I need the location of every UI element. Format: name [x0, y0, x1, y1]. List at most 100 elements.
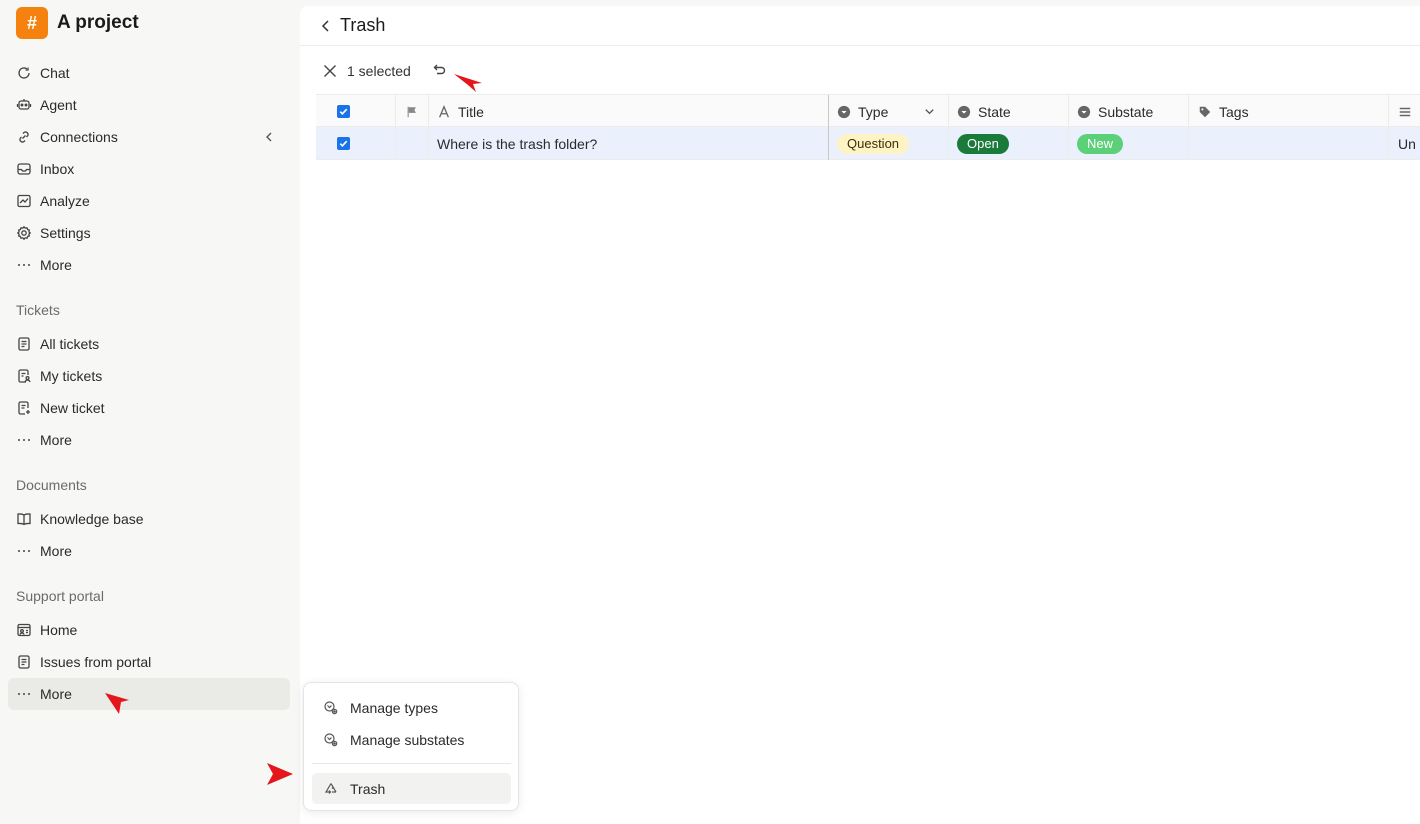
row-select-cell — [316, 127, 396, 160]
manage-substates-icon — [324, 732, 338, 746]
nav-item-portal-more[interactable]: More — [8, 678, 290, 710]
chat-icon — [16, 65, 32, 81]
nav-item-documents-more[interactable]: More — [8, 535, 290, 567]
connections-icon — [16, 129, 32, 145]
column-label: Type — [858, 103, 889, 120]
nav-label: Home — [40, 622, 78, 638]
close-icon[interactable] — [322, 63, 338, 79]
column-label: State — [978, 103, 1011, 120]
nav-item-inbox[interactable]: Inbox — [8, 153, 290, 185]
chevron-down-icon[interactable] — [923, 105, 936, 118]
annotation-arrow-icon — [105, 693, 129, 714]
selection-count: 1 selected — [347, 63, 411, 79]
substate-badge: New — [1077, 133, 1124, 154]
page-title: Trash — [340, 15, 386, 35]
nav-label: Agent — [40, 97, 77, 113]
nav-label: New ticket — [40, 400, 105, 416]
menu-item-trash[interactable]: Trash — [312, 773, 511, 804]
column-header-type[interactable]: Type — [829, 95, 949, 128]
list-icon — [1399, 107, 1411, 116]
column-header-state[interactable]: State — [949, 95, 1069, 128]
project-name: A project — [57, 12, 139, 33]
annotation-arrow-icon — [267, 763, 293, 785]
chevron-left-icon[interactable] — [262, 130, 276, 144]
project-switcher[interactable]: # A project — [16, 7, 139, 39]
row-state-cell[interactable]: Open — [949, 127, 1069, 160]
nav-item-agent[interactable]: Agent — [8, 89, 290, 121]
section-label-support-portal: Support portal — [16, 588, 104, 604]
ticket-title: Where is the trash folder? — [437, 135, 598, 152]
chevron-left-icon[interactable] — [318, 18, 334, 34]
menu-divider — [312, 763, 511, 764]
tickets-table: Title Type State Substate Tags Where is … — [316, 94, 1420, 160]
selection-toolbar: 1 selected — [322, 61, 447, 81]
flag-icon — [407, 106, 416, 117]
nav-item-knowledge-base[interactable]: Knowledge base — [8, 503, 290, 535]
more-menu: Manage types Manage substates Trash — [303, 682, 519, 811]
nav-item-new-ticket[interactable]: New ticket — [8, 392, 290, 424]
menu-label: Manage types — [350, 699, 438, 716]
column-header-tags[interactable]: Tags — [1189, 95, 1389, 128]
my-tickets-icon — [16, 368, 32, 384]
tag-icon — [1199, 106, 1211, 117]
inbox-icon — [16, 161, 32, 177]
nav-label: My tickets — [40, 368, 103, 384]
nav-item-more[interactable]: More — [8, 249, 290, 281]
nav-item-chat[interactable]: Chat — [8, 57, 290, 89]
nav-item-analyze[interactable]: Analyze — [8, 185, 290, 217]
nav-item-connections[interactable]: Connections — [8, 121, 290, 153]
column-header-substate[interactable]: Substate — [1069, 95, 1189, 128]
gear-icon — [16, 225, 32, 241]
row-checkbox[interactable] — [337, 137, 350, 150]
select-all-checkbox[interactable] — [337, 105, 350, 118]
sidebar: # A project Chat Agent Connections Inbox… — [0, 0, 300, 824]
column-label: Tags — [1219, 103, 1249, 120]
nav-item-all-tickets[interactable]: All tickets — [8, 328, 290, 360]
nav-label: More — [40, 257, 72, 273]
more-dots-icon — [16, 257, 32, 273]
row-title-cell[interactable]: Where is the trash folder? — [429, 127, 829, 160]
nav-item-issues-from-portal[interactable]: Issues from portal — [8, 646, 290, 678]
nav-label: Settings — [40, 225, 91, 241]
section-label-tickets: Tickets — [16, 302, 60, 318]
type-badge: Question — [837, 133, 910, 154]
table-row[interactable]: Where is the trash folder? Question Open… — [316, 127, 1420, 160]
row-substate-cell[interactable]: New — [1069, 127, 1189, 160]
book-icon — [16, 511, 32, 527]
nav-item-portal-home[interactable]: Home — [8, 614, 290, 646]
row-tags-cell[interactable] — [1189, 127, 1389, 160]
header-flag-cell[interactable] — [396, 95, 429, 128]
state-badge: Open — [957, 133, 1009, 154]
analyze-icon — [16, 193, 32, 209]
select-field-icon — [957, 105, 971, 118]
column-header-more[interactable] — [1389, 95, 1420, 128]
row-flag-cell[interactable] — [396, 127, 429, 160]
agent-icon — [16, 97, 32, 113]
row-extra-cell[interactable]: Un — [1389, 127, 1420, 160]
column-label: Substate — [1098, 103, 1154, 120]
manage-types-icon — [324, 700, 338, 714]
tickets-icon — [16, 336, 32, 352]
select-field-icon — [1077, 105, 1091, 118]
section-label-documents: Documents — [16, 477, 87, 493]
header-select-cell — [316, 95, 396, 128]
nav-label: Knowledge base — [40, 511, 144, 527]
nav-label: Connections — [40, 129, 118, 145]
nav-label: Chat — [40, 65, 70, 81]
nav-item-my-tickets[interactable]: My tickets — [8, 360, 290, 392]
column-header-title[interactable]: Title — [429, 95, 829, 128]
menu-label: Trash — [350, 780, 386, 797]
nav-item-tickets-more[interactable]: More — [8, 424, 290, 456]
restore-icon[interactable] — [431, 63, 447, 79]
nav-label: All tickets — [40, 336, 100, 352]
menu-item-manage-types[interactable]: Manage types — [312, 692, 511, 723]
select-field-icon — [837, 105, 851, 118]
nav-label: Issues from portal — [40, 654, 152, 670]
portal-home-icon — [16, 622, 32, 638]
nav-item-settings[interactable]: Settings — [8, 217, 290, 249]
project-logo: # — [16, 7, 48, 39]
table-header-row: Title Type State Substate Tags — [316, 94, 1420, 128]
row-type-cell[interactable]: Question — [829, 127, 949, 160]
menu-item-manage-substates[interactable]: Manage substates — [312, 724, 511, 755]
recycle-icon — [324, 782, 337, 794]
